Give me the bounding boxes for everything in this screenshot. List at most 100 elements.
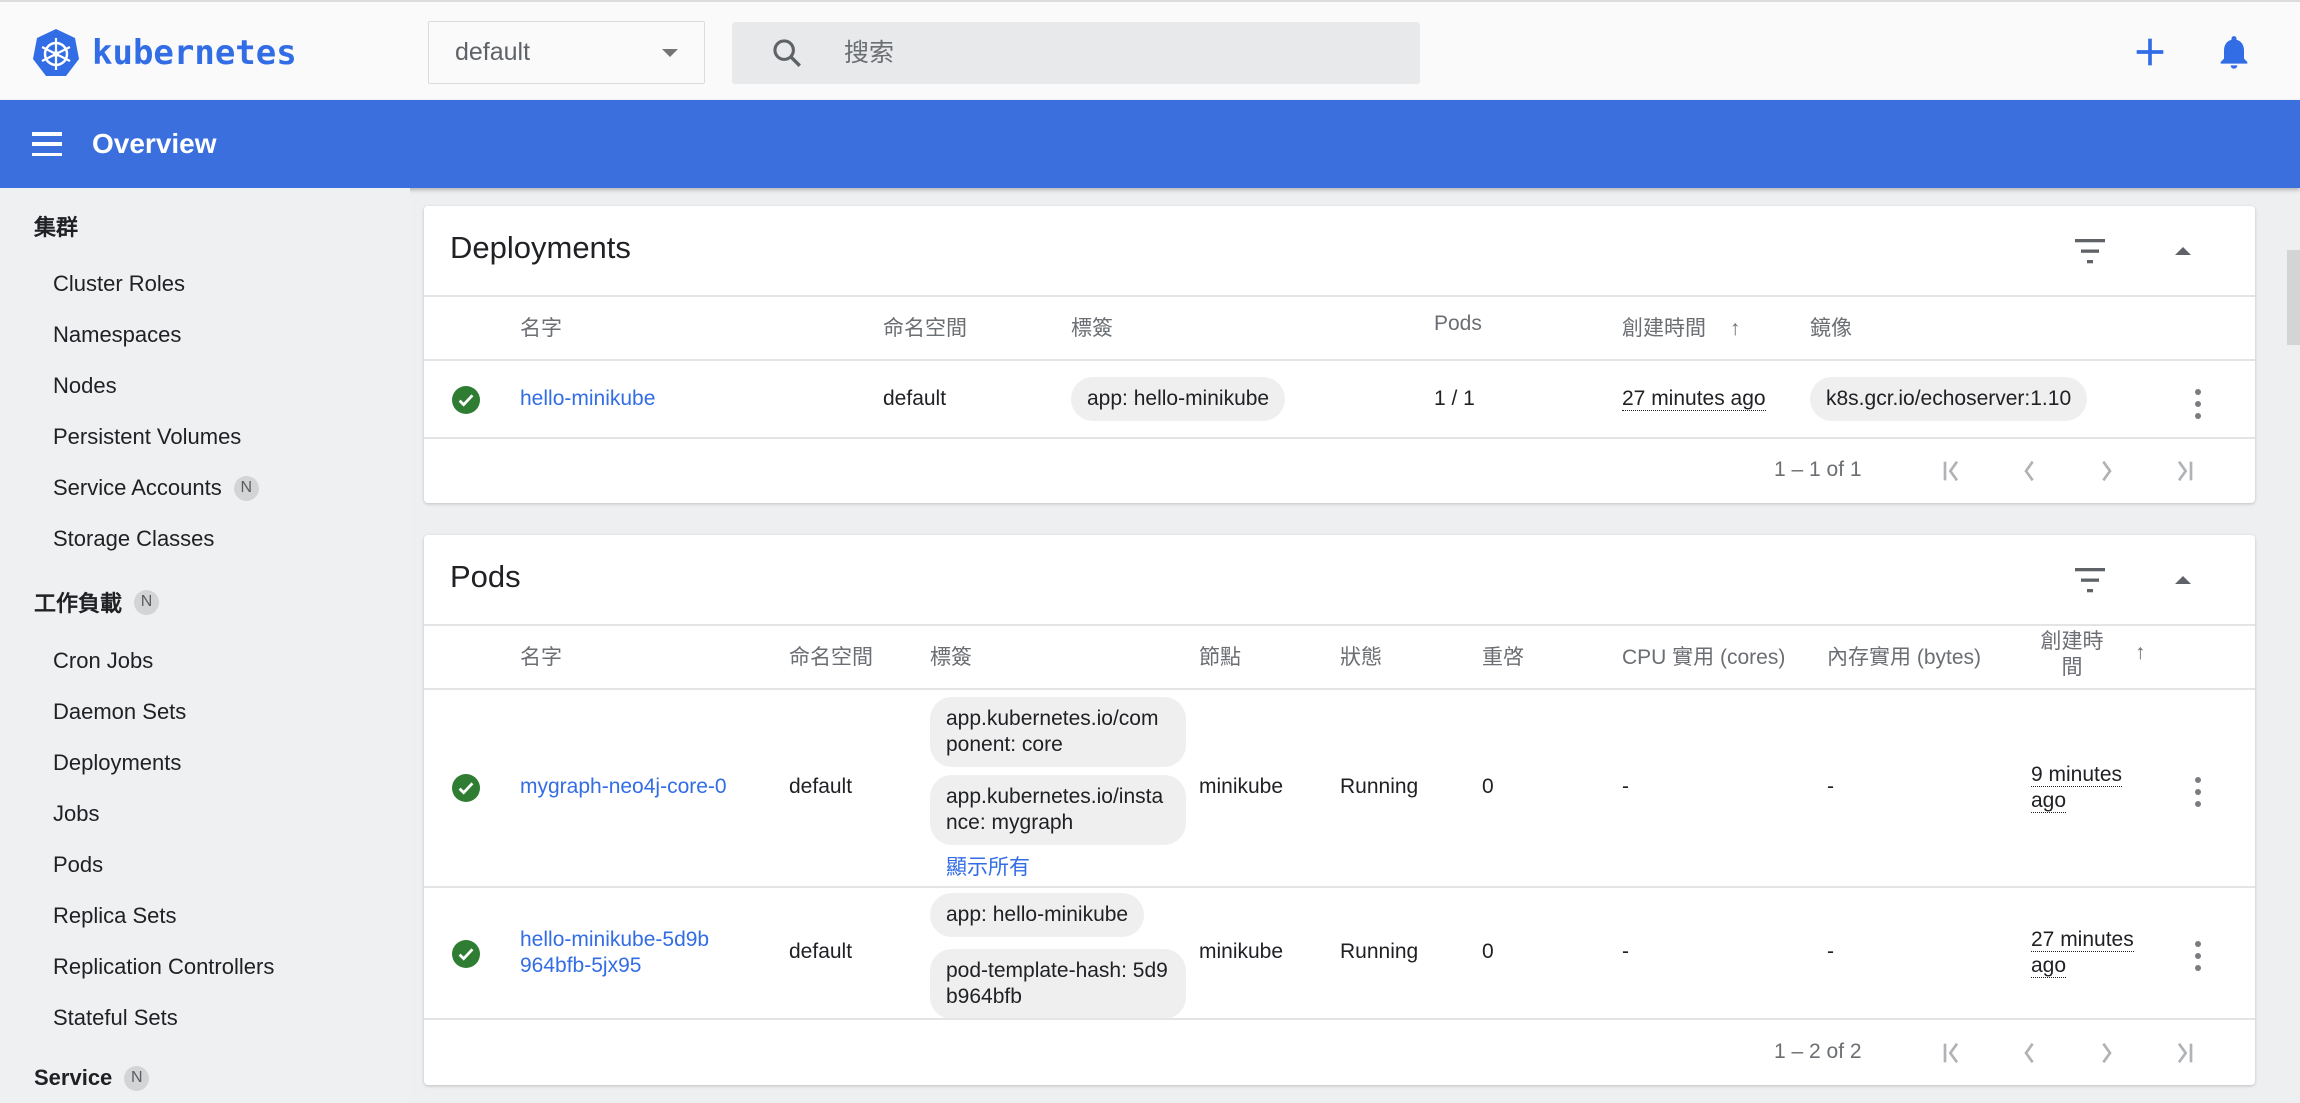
column-header-node[interactable]: 節點: [1199, 641, 1241, 671]
column-header-restarts[interactable]: 重啓: [1482, 641, 1524, 671]
label-chip: pod-template-hash: 5d9b964bfb: [930, 949, 1186, 1019]
label-chip: app: hello-minikube: [930, 893, 1145, 937]
collapse-card-icon[interactable]: [2175, 247, 2191, 255]
memory-cell: -: [1827, 940, 1834, 963]
sidebar-item-deployments[interactable]: Deployments: [53, 750, 181, 776]
sidebar-item-daemon-sets[interactable]: Daemon Sets: [53, 699, 186, 725]
column-header-image: 鏡像: [1810, 317, 1852, 340]
namespace-cell: default: [789, 775, 853, 798]
sidebar-item-label: Namespaces: [53, 322, 182, 347]
column-header-name[interactable]: 名字: [520, 641, 562, 671]
namespace-select[interactable]: default: [428, 21, 705, 84]
pods-card: Pods 名字 命名空間 標簽 節點 狀態 重啓 CPU 實用 (cores) …: [424, 535, 2255, 1085]
status-cell: Running: [1340, 940, 1419, 963]
search-input[interactable]: [844, 38, 1344, 68]
sidebar-item-label: Nodes: [53, 373, 117, 398]
hamburger-menu-icon[interactable]: [32, 132, 62, 156]
filter-icon[interactable]: [2072, 236, 2108, 266]
sort-arrow-up-icon: ↑: [1729, 317, 1741, 340]
cpu-cell: -: [1622, 775, 1629, 798]
divider: [424, 437, 2255, 439]
next-page-icon[interactable]: [2090, 1037, 2122, 1069]
sidebar-item-label: Cron Jobs: [53, 648, 154, 673]
sidebar-section-service[interactable]: Service N: [34, 1065, 150, 1091]
first-page-icon[interactable]: [1937, 1037, 1969, 1069]
restarts-cell: 0: [1482, 775, 1494, 798]
column-header-namespace[interactable]: 命名空間: [883, 312, 967, 342]
sidebar-item-stateful-sets[interactable]: Stateful Sets: [53, 1005, 178, 1031]
column-header-created[interactable]: 創建時間: [2040, 629, 2104, 681]
page-scrollbar-thumb[interactable]: [2287, 250, 2300, 345]
column-header-cpu: CPU 實用 (cores): [1622, 646, 1786, 669]
last-page-icon[interactable]: [2167, 455, 2199, 487]
column-header-name[interactable]: 名字: [520, 312, 562, 342]
pagination-range: 1 – 1 of 1: [1774, 458, 1862, 481]
first-page-icon[interactable]: [1937, 455, 1969, 487]
node-cell: minikube: [1199, 775, 1284, 798]
deployment-name-link[interactable]: hello-minikube: [520, 387, 655, 411]
show-all-labels-link[interactable]: 顯示所有: [946, 851, 1030, 881]
column-header-created[interactable]: 創建時間 ↑: [1622, 312, 1740, 342]
sidebar-item-pods[interactable]: Pods: [53, 852, 103, 878]
sidebar-item-label: Daemon Sets: [53, 699, 187, 724]
sidebar-item-service-accounts[interactable]: Service Accounts N: [53, 475, 259, 501]
created-time: 27 minutes ago: [2031, 928, 2134, 978]
sidebar-section-cluster[interactable]: 集群: [34, 210, 78, 242]
restarts-cell: 0: [1482, 940, 1494, 963]
column-header-memory: 內存實用 (bytes): [1827, 646, 1982, 669]
previous-page-icon[interactable]: [2014, 1037, 2046, 1069]
notifications-bell-icon[interactable]: [2214, 32, 2254, 72]
sidebar-item-label: Persistent Volumes: [53, 424, 242, 449]
sidebar-item-nodes[interactable]: Nodes: [53, 373, 117, 399]
status-success-icon: [452, 774, 480, 802]
sort-arrow-up-icon[interactable]: ↑: [2135, 641, 2146, 665]
pod-name-link[interactable]: hello-minikube-5d9b964bfb-5jx95: [520, 927, 720, 979]
dropdown-caret-icon: [662, 49, 678, 57]
sidebar-section-workloads[interactable]: 工作負載 N: [34, 586, 160, 618]
create-plus-icon[interactable]: [2130, 32, 2170, 72]
sidebar-item-storage-classes[interactable]: Storage Classes: [53, 526, 214, 552]
sidebar-item-cron-jobs[interactable]: Cron Jobs: [53, 648, 153, 674]
namespaced-badge: N: [124, 1065, 150, 1091]
namespaced-badge: N: [233, 475, 259, 501]
previous-page-icon[interactable]: [2014, 455, 2046, 487]
row-actions-kebab-icon[interactable]: [2193, 777, 2203, 807]
label-chip: app.kubernetes.io/component: core: [930, 697, 1186, 767]
column-header-pods: Pods: [1434, 312, 1482, 335]
sidebar-item-jobs[interactable]: Jobs: [53, 801, 99, 827]
created-time: 27 minutes ago: [1622, 387, 1766, 411]
status-cell: Running: [1340, 775, 1419, 798]
sidebar-item-label: Pods: [53, 852, 104, 877]
sidebar-item-cluster-roles[interactable]: Cluster Roles: [53, 271, 185, 297]
sidebar-item-replica-sets[interactable]: Replica Sets: [53, 903, 177, 929]
sidebar-section-label: 集群: [34, 215, 79, 240]
filter-icon[interactable]: [2072, 565, 2108, 595]
kubernetes-logo[interactable]: kubernetes: [32, 28, 297, 78]
sidebar-item-label: Deployments: [53, 750, 182, 775]
column-header-namespace[interactable]: 命名空間: [789, 641, 873, 671]
sidebar-item-label: Stateful Sets: [53, 1005, 178, 1030]
pod-name-link[interactable]: mygraph-neo4j-core-0: [520, 775, 727, 799]
collapse-card-icon[interactable]: [2175, 576, 2191, 584]
page-title: Overview: [92, 128, 217, 159]
namespace-cell: default: [883, 387, 947, 410]
row-actions-kebab-icon[interactable]: [2193, 389, 2203, 419]
card-title: Pods: [450, 559, 521, 594]
sidebar-item-replication-controllers[interactable]: Replication Controllers: [53, 954, 274, 980]
cpu-cell: -: [1622, 940, 1629, 963]
sidebar-item-namespaces[interactable]: Namespaces: [53, 322, 181, 348]
row-actions-kebab-icon[interactable]: [2193, 941, 2203, 971]
last-page-icon[interactable]: [2167, 1037, 2199, 1069]
pods-cell: 1 / 1: [1434, 387, 1475, 410]
namespaced-badge: N: [134, 589, 160, 615]
sidebar-item-label: Replica Sets: [53, 903, 177, 928]
sidebar-section-label: Service: [34, 1065, 113, 1090]
sidebar-section-label: 工作負載: [34, 591, 123, 616]
next-page-icon[interactable]: [2090, 455, 2122, 487]
status-success-icon: [452, 386, 480, 414]
logo-text: kubernetes: [92, 33, 297, 73]
column-header-status[interactable]: 狀態: [1340, 641, 1382, 671]
label-chip: app: hello-minikube: [1071, 377, 1286, 421]
card-title: Deployments: [450, 230, 631, 265]
sidebar-item-persistent-volumes[interactable]: Persistent Volumes: [53, 424, 241, 450]
